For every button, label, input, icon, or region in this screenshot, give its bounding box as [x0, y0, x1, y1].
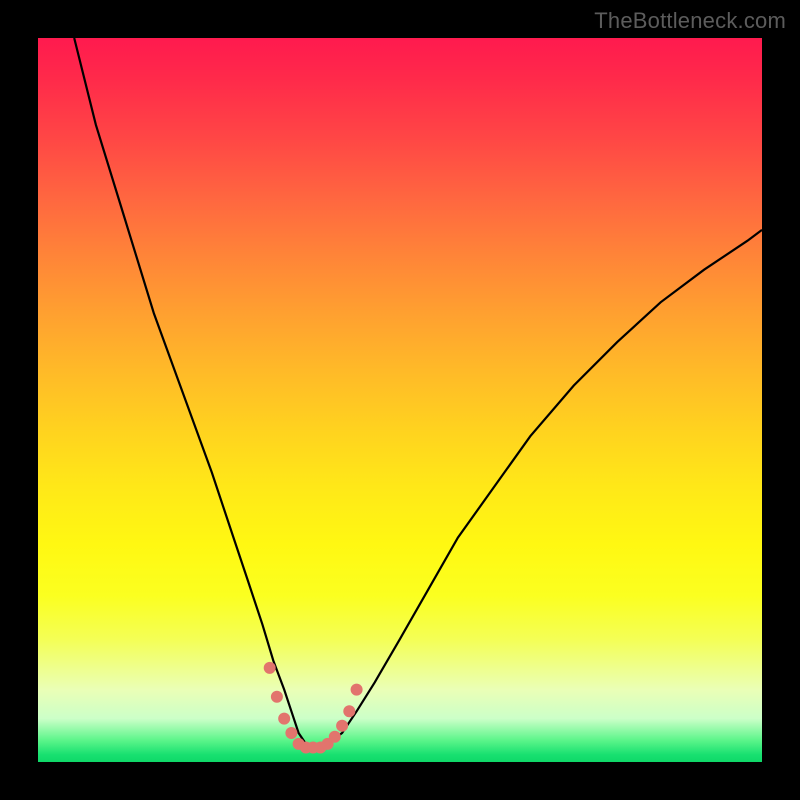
bottleneck-curve [74, 38, 762, 748]
plot-area [38, 38, 762, 762]
watermark: TheBottleneck.com [594, 8, 786, 34]
marker-dot [264, 662, 276, 674]
marker-dot [271, 691, 283, 703]
marker-dot [336, 720, 348, 732]
marker-dot [351, 684, 363, 696]
marker-dot [278, 713, 290, 725]
chart-svg [38, 38, 762, 762]
marker-dot [285, 727, 297, 739]
chart-container: TheBottleneck.com [0, 0, 800, 800]
marker-dot [343, 705, 355, 717]
marker-dot [329, 731, 341, 743]
